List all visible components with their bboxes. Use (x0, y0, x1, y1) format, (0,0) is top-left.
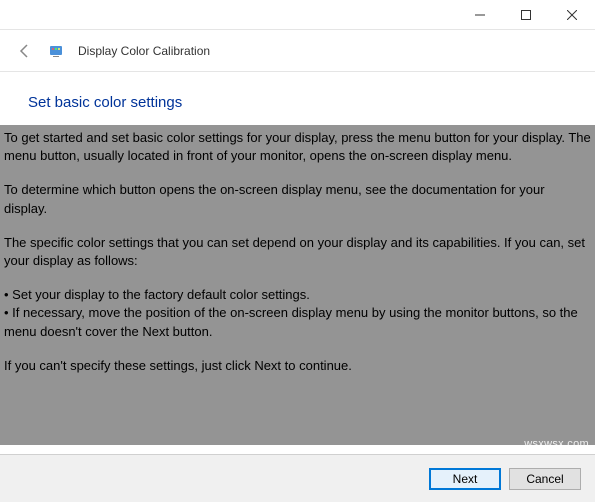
header-bar: Display Color Calibration (0, 30, 595, 72)
close-button[interactable] (549, 0, 595, 30)
footer-bar: Next Cancel (0, 454, 595, 502)
back-button[interactable] (16, 42, 34, 60)
cancel-button[interactable]: Cancel (509, 468, 581, 490)
watermark-text: wsxwsx.com (524, 438, 589, 450)
instruction-paragraph: If you can't specify these settings, jus… (4, 357, 591, 375)
minimize-button[interactable] (457, 0, 503, 30)
page-heading: Set basic color settings (0, 94, 595, 125)
maximize-button[interactable] (503, 0, 549, 30)
next-button[interactable]: Next (429, 468, 501, 490)
titlebar (0, 0, 595, 30)
instruction-bullet: • Set your display to the factory defaul… (4, 286, 591, 304)
instruction-paragraph: To determine which button opens the on-s… (4, 181, 591, 217)
content-area: Set basic color settings To get started … (0, 72, 595, 445)
app-icon (48, 43, 64, 59)
instruction-bullet: • If necessary, move the position of the… (4, 304, 591, 340)
instruction-paragraph: To get started and set basic color setti… (4, 129, 591, 165)
instructions-panel: To get started and set basic color setti… (0, 125, 595, 445)
instruction-paragraph: The specific color settings that you can… (4, 234, 591, 270)
window-title: Display Color Calibration (78, 44, 210, 58)
